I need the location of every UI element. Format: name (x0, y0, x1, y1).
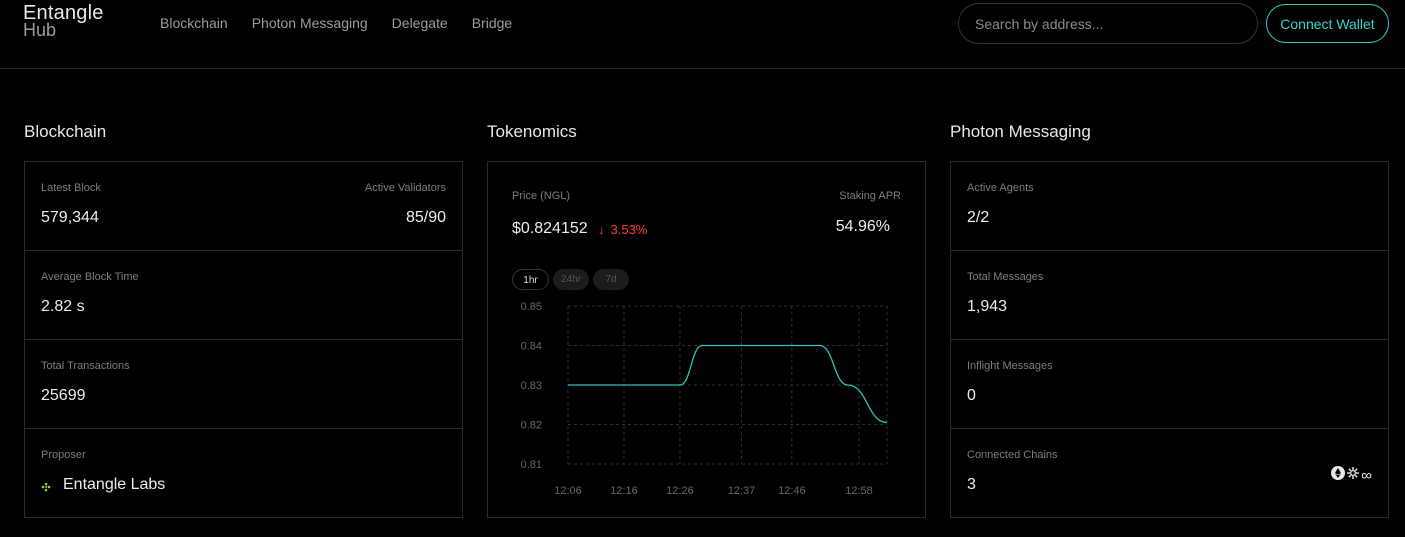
proposer-row: Proposer Entangle Labs (25, 429, 462, 518)
top-header: Entangle Hub Blockchain Photon Messaging… (0, 0, 1405, 69)
y-tick-label: 0.82 (521, 420, 542, 432)
inflight-messages-row: Inflight Messages 0 (951, 340, 1388, 429)
timeframe-24hr-button[interactable]: 24hr (553, 269, 589, 290)
x-tick-label: 12:26 (666, 485, 694, 497)
staking-apr-label: Staking APR (839, 190, 901, 202)
proposer-label: Proposer (41, 449, 86, 461)
nav-bridge[interactable]: Bridge (472, 15, 512, 31)
tokenomics-title: Tokenomics (487, 122, 577, 141)
chain-icon (1346, 466, 1360, 485)
photon-title: Photon Messaging (950, 122, 1091, 141)
price-label: Price (NGL) (512, 190, 571, 202)
photon-panel: Active Agents 2/2 Total Messages 1,943 I… (950, 161, 1389, 518)
active-validators-value: 85/90 (405, 209, 446, 226)
connected-chains-label: Connected Chains (967, 449, 1058, 461)
timeframe-7d-button[interactable]: 7d (593, 269, 629, 290)
search-input[interactable] (958, 3, 1258, 44)
total-messages-label: Total Messages (967, 271, 1044, 283)
x-tick-label: 12:06 (554, 485, 582, 497)
y-tick-label: 0.84 (521, 341, 542, 353)
ethereum-icon (1331, 466, 1346, 485)
y-tick-label: 0.81 (521, 459, 542, 471)
blockchain-title: Blockchain (24, 122, 107, 141)
infinity-icon: ∞ (1361, 466, 1372, 484)
transactions-value: 25699 (41, 387, 86, 404)
price-chart: 0.85 0.84 0.83 0.82 0.81 12:06 12:16 12:26 12:37… (521, 301, 888, 497)
transactions-label: Total Transactions (41, 360, 130, 372)
logo-line2: Hub (23, 20, 57, 40)
price-series-line (568, 344, 888, 424)
x-tick-label: 12:16 (610, 485, 638, 497)
price-change-value: 3.53% (610, 222, 648, 237)
active-agents-label: Active Agents (967, 182, 1034, 194)
y-tick-label: 0.83 (521, 380, 542, 392)
chain-icons: ∞ (1331, 466, 1372, 485)
price-change: ↓ 3.53% (598, 222, 647, 237)
price-value: $0.824152 (512, 220, 588, 237)
active-agents-row: Active Agents 2/2 (951, 162, 1388, 251)
x-tick-label: 12:58 (845, 485, 873, 497)
latest-block-row: Latest Block 579,344 Active Validators 8… (25, 162, 462, 251)
block-time-label: Average Block Time (41, 271, 139, 283)
connected-chains-value: 3 (967, 476, 976, 493)
nav-photon-messaging[interactable]: Photon Messaging (252, 15, 368, 31)
tokenomics-panel: Price (NGL) $0.824152 ↓ 3.53% Staking APR… (487, 161, 926, 518)
connected-chains-row: Connected Chains 3 ∞ (951, 429, 1388, 518)
active-validators-label: Active Validators (364, 182, 446, 194)
latest-block-label: Latest Block (41, 182, 101, 194)
proposer-value[interactable]: Entangle Labs (63, 476, 165, 494)
x-tick-label: 12:46 (778, 485, 806, 497)
active-agents-value: 2/2 (967, 209, 990, 226)
transactions-row: Total Transactions 25699 (25, 340, 462, 429)
connect-wallet-button[interactable]: Connect Wallet (1266, 4, 1389, 43)
entangle-hub-logo[interactable]: Entangle Hub (23, 3, 104, 40)
arrow-down-icon: ↓ (598, 222, 605, 237)
block-time-value: 2.82 s (41, 298, 85, 315)
nav-blockchain[interactable]: Blockchain (160, 15, 228, 31)
inflight-messages-value: 0 (967, 387, 976, 404)
blockchain-panel: Latest Block 579,344 Active Validators 8… (24, 161, 463, 518)
inflight-messages-label: Inflight Messages (967, 360, 1053, 372)
latest-block-value: 579,344 (41, 209, 99, 226)
proposer-logo-icon (41, 479, 51, 497)
timeframe-1hr-button[interactable]: 1hr (512, 269, 549, 290)
nav-delegate[interactable]: Delegate (392, 15, 448, 31)
total-messages-row: Total Messages 1,943 (951, 251, 1388, 340)
x-tick-label: 12:37 (728, 485, 756, 497)
main-nav: Blockchain Photon Messaging Delegate Bri… (160, 15, 512, 31)
block-time-row: Average Block Time 2.82 s (25, 251, 462, 340)
staking-apr-value: 54.96% (835, 218, 890, 235)
y-tick-label: 0.85 (521, 301, 542, 313)
total-messages-value: 1,943 (967, 298, 1008, 315)
